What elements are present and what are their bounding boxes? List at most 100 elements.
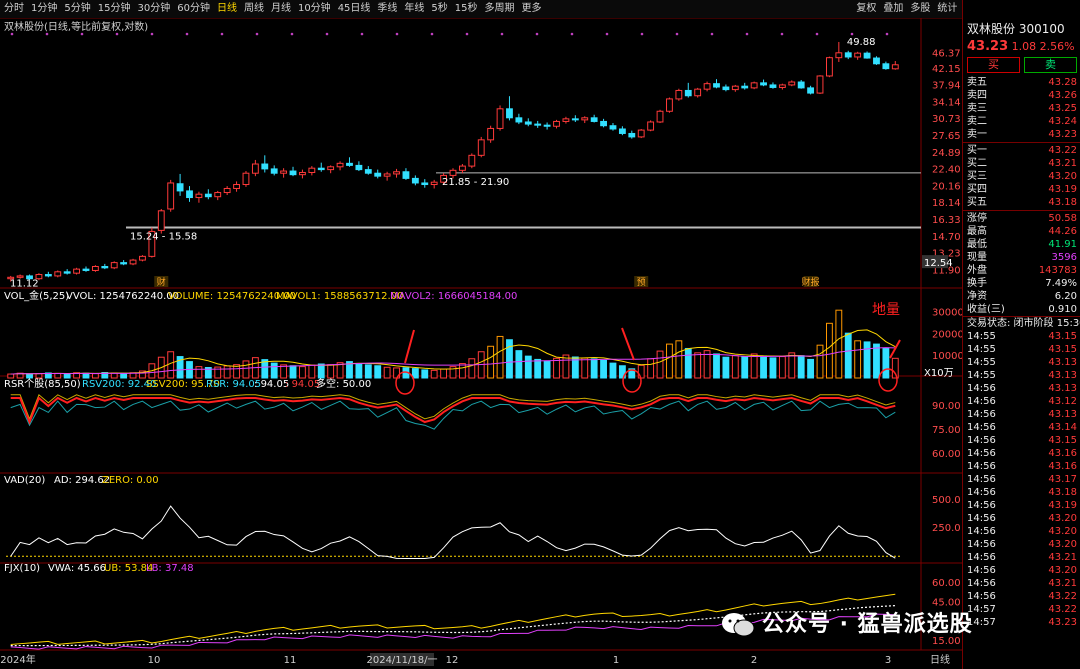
- candle-body: [553, 120, 560, 127]
- stat-row: 外盘 143783: [963, 264, 1080, 277]
- candle-body: [383, 173, 391, 177]
- fjx-readout-value: FJX(10): [4, 563, 40, 574]
- period-tab[interactable]: 多周期: [485, 0, 515, 18]
- event-marker: 预: [637, 277, 646, 288]
- period-tab[interactable]: 60分钟: [177, 0, 210, 18]
- candle-body: [374, 172, 382, 177]
- candle-body: [214, 192, 222, 198]
- period-tab[interactable]: 45日线: [338, 0, 371, 18]
- volume-bar: [242, 360, 250, 379]
- period-tab[interactable]: 月线: [271, 0, 291, 18]
- period-tab[interactable]: 日线: [217, 0, 237, 18]
- tick-list[interactable]: 14:55 43.15 14:55 43.15 14:55 43.13 14:55 43.13…: [963, 330, 1080, 629]
- tick-price: 43.16: [1048, 448, 1077, 459]
- wechat-icon: [722, 613, 755, 637]
- x-tick-label: 3: [885, 655, 891, 666]
- tick-time: 14:56: [967, 565, 996, 576]
- period-tabs: 分时 1分钟 5分钟 15分钟 30分钟 60分钟 日线 周线 月线 10分钟 45日线 季线 年线 5秒…: [4, 0, 549, 18]
- tick-time: 14:55: [967, 370, 996, 381]
- tick-row: 14:57 43.23: [963, 616, 1080, 629]
- x-tick-label: 日线: [930, 653, 950, 666]
- ask-row-price: 43.26: [1048, 90, 1077, 101]
- buy-button[interactable]: 买: [967, 57, 1020, 73]
- tick-time: 14:56: [967, 539, 996, 550]
- tick-time: 14:56: [967, 383, 996, 394]
- tick-price: 43.15: [1048, 344, 1077, 355]
- toolbar-action[interactable]: 复权: [856, 0, 876, 18]
- price-tick-label: 24.89: [932, 148, 961, 159]
- candle-body: [675, 89, 683, 100]
- signal-dot: [360, 32, 364, 36]
- toolbar-action[interactable]: 多股: [910, 0, 930, 18]
- candle-body: [186, 190, 193, 199]
- price-annotation: 11.12: [10, 278, 39, 289]
- signal-dot: [640, 32, 644, 36]
- ask-list: 卖五 43.28 卖四 43.26 卖三 43.25 卖二 43.24 卖一 43.23: [963, 76, 1080, 141]
- period-tab[interactable]: 10分钟: [298, 0, 331, 18]
- period-tab[interactable]: 周线: [244, 0, 264, 18]
- tick-time: 14:56: [967, 448, 996, 459]
- tick-price: 43.14: [1048, 422, 1077, 433]
- candle-body: [684, 89, 692, 97]
- annotation-arrow: [889, 339, 901, 359]
- period-tab[interactable]: 更多: [522, 0, 542, 18]
- bid-row-price: 43.20: [1048, 171, 1077, 182]
- volume-bar: [317, 363, 325, 379]
- period-tab[interactable]: 5分钟: [64, 0, 90, 18]
- period-tab[interactable]: 30分钟: [137, 0, 170, 18]
- stats-list: 涨停 50.58 最高 44.26 最低 41.91 现量 3596 外盘 143783 换手 7.4…: [963, 212, 1080, 316]
- tick-row: 14:56 43.15: [963, 434, 1080, 447]
- candle-body: [590, 117, 598, 122]
- stat-value: 6.20: [1054, 291, 1077, 302]
- period-tab[interactable]: 年线: [404, 0, 424, 18]
- tick-price: 43.20: [1048, 513, 1077, 524]
- candle-body: [16, 275, 24, 278]
- stat-label: 换手: [967, 278, 987, 289]
- stat-row: 最低 41.91: [963, 238, 1080, 251]
- candle-body: [882, 63, 890, 70]
- stat-label: 最低: [967, 239, 987, 250]
- tick-row: 14:56 43.20: [963, 512, 1080, 525]
- ask-row: 卖三 43.25: [963, 102, 1080, 115]
- stat-row: 换手 7.49%: [963, 277, 1080, 290]
- period-tab[interactable]: 1分钟: [31, 0, 57, 18]
- stat-row: 现量 3596: [963, 251, 1080, 264]
- stock-chart[interactable]: 双林股份(日线,等比前复权,对数)46.3742.1537.9434.1430.…: [0, 18, 962, 669]
- toolbar-action[interactable]: 统计: [937, 0, 957, 18]
- candle-body: [713, 83, 720, 88]
- volume-bar: [722, 356, 730, 379]
- volume-bar: [797, 355, 805, 379]
- candle-body: [835, 52, 843, 59]
- period-tab[interactable]: 15分钟: [98, 0, 131, 18]
- volume-bar: [731, 355, 739, 379]
- stat-row: 最高 44.26: [963, 225, 1080, 238]
- sell-button[interactable]: 卖: [1024, 57, 1077, 73]
- watermark-text: 公众号 · 猛兽派选股: [762, 612, 973, 637]
- volume-bar: [769, 357, 777, 379]
- candle-body: [101, 265, 109, 269]
- candle-body: [355, 164, 363, 171]
- volume-bar: [430, 369, 438, 379]
- ask-row-label: 卖二: [967, 116, 987, 127]
- period-tab[interactable]: 季线: [377, 0, 397, 18]
- stat-value: 0.910: [1048, 304, 1077, 315]
- period-tab[interactable]: 5秒: [431, 0, 447, 18]
- candle-body: [308, 167, 316, 173]
- candle-body: [647, 121, 655, 131]
- candle-body: [299, 171, 306, 176]
- vol-tick-label: 20000: [932, 329, 962, 340]
- toolbar-action[interactable]: 叠加: [883, 0, 903, 18]
- candle-body: [562, 118, 570, 122]
- tick-price: 43.13: [1048, 357, 1077, 368]
- volume-bar: [496, 335, 504, 379]
- volume-bar: [854, 340, 862, 379]
- rsr-readout: : 94.05: [285, 379, 320, 390]
- candle-body: [731, 85, 739, 91]
- signal-dot: [815, 32, 819, 36]
- vol-readout: MAVOL1: 1588563712.00: [276, 291, 403, 302]
- period-tab[interactable]: 15秒: [455, 0, 478, 18]
- period-tab[interactable]: 分时: [4, 0, 24, 18]
- candle-body: [816, 75, 824, 94]
- volume-bar: [421, 369, 429, 379]
- volume-bar: [515, 350, 523, 379]
